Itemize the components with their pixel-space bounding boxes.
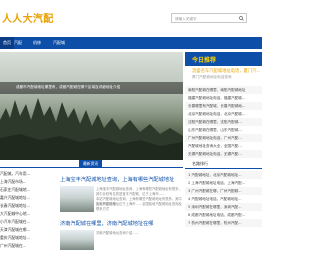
list-item[interactable]: 广州汽配城在... [0,242,50,250]
list-item[interactable]: 福建汽配城地址电话，福建汽配城... [185,94,262,102]
hero-slideshow[interactable] [0,52,183,160]
list-item[interactable]: 天津汽配城在哪... [0,226,50,234]
list-item[interactable]: 3 广州汽配城在哪，广州汽配城... [185,187,262,195]
list-item[interactable]: 嘉兴汽配城地址... [0,194,50,202]
list-item[interactable]: 2 上海汽配城地址电话，上海汽配... [185,179,262,187]
list-item[interactable]: 山东汽配城在哪里，山东汽配城... [185,126,262,134]
list-item[interactable]: 北京汽配城地址电话，北京汽配城... [185,110,262,118]
featured-link[interactable]: 流盛名车汽配城地址电话，厦门汽... [192,68,261,74]
list-item[interactable]: 6 成都汽配城地址电话，成都汽配... [185,211,262,219]
tab-latest-news[interactable]: 最新资讯 [79,160,103,168]
nav-item-parts[interactable]: 汽配 [14,37,22,49]
recommend-title: 今日推荐 [192,57,217,64]
list-item[interactable]: 石家庄汽配城地... [0,186,50,194]
hero-caption[interactable]: 成都市汽配城地址哪里有，成都汽配城在哪个区域及详细地址介绍 [16,85,120,90]
list-item[interactable]: 广州汽配城地址电话，广州汽配... [185,134,262,142]
list-item[interactable]: 汽配城，汽车用... [0,170,50,178]
search-icon [239,15,244,21]
article-thumbnail[interactable] [60,186,94,212]
list-item[interactable]: 长春汽配城地址... [0,202,50,210]
search-button[interactable] [237,14,246,22]
list-item[interactable]: 沈阳汽配城在哪里，沈阳汽配城... [185,118,262,126]
featured-subtitle: 厦门汽配城地址电话查询 [192,75,232,79]
list-item[interactable]: 南阳汽配城在哪里，南阳汽配城地址 [185,86,262,94]
article-title[interactable]: 济南汽配城在哪里，济南汽配城地址在哪 [60,220,153,227]
latest-news-bar: 最新资讯 [0,160,183,168]
list-item[interactable]: 7 杭州汽配城在哪里，杭州汽配... [185,219,262,227]
hero-image [0,98,183,160]
ranking-header: 名路排行 [185,160,262,169]
nav-item-home[interactable]: 首页 [0,37,14,49]
article-snippet: 上海宝丰汽配城地址查询，上海有哪些汽配城地址有很多，其中比较有名的是宝丰汽配城，… [96,187,182,196]
article-snippet: 济南汽配城地址查询介绍…… [96,231,139,235]
list-item[interactable]: 5 深圳汽配城在哪里，深圳汽配... [185,203,262,211]
list-item[interactable]: 重庆汽配城地址... [0,234,50,242]
list-item[interactable]: 4 汽配城地址电话，汽配城地址... [185,195,262,203]
list-item[interactable]: 汽配城地址查询大全，全国汽配... [185,142,262,150]
list-item[interactable]: 长春哪里有汽配城，长春汽配城地... [185,102,262,110]
article-title[interactable]: 上海宝丰汽配城地址查询，上海有哪些汽配城地址 [60,176,174,183]
article-thumbnail[interactable] [60,230,94,250]
ranking-title: 名路排行 [192,161,208,166]
nav-item-parts-city[interactable]: 汽配城 [53,37,65,49]
list-item[interactable]: 无锡汽配城地址电话，无锡汽配... [185,150,262,158]
list-item[interactable]: 1 汽配城地址，北京汽配城地址... [185,171,262,179]
list-item[interactable]: 上海汽配市场... [0,178,50,186]
search-input[interactable] [175,15,237,22]
recommend-header: 今日推荐 [185,52,262,66]
article-snippet: 宝丰汽配城地址位于上海市……全国各地汽配城地址查询及联系方式 [96,202,182,211]
site-header: 人人大汽配 [0,0,262,36]
search-box [171,13,247,23]
site-logo[interactable]: 人人大汽配 [2,10,54,25]
list-item[interactable]: 大汽配城中心地... [0,210,50,218]
main-nav: 首页 汽配 机修 汽配城 [0,37,262,49]
nav-item-repair[interactable]: 机修 [33,37,41,49]
list-item[interactable]: 小汽车汽配城在... [0,218,50,226]
